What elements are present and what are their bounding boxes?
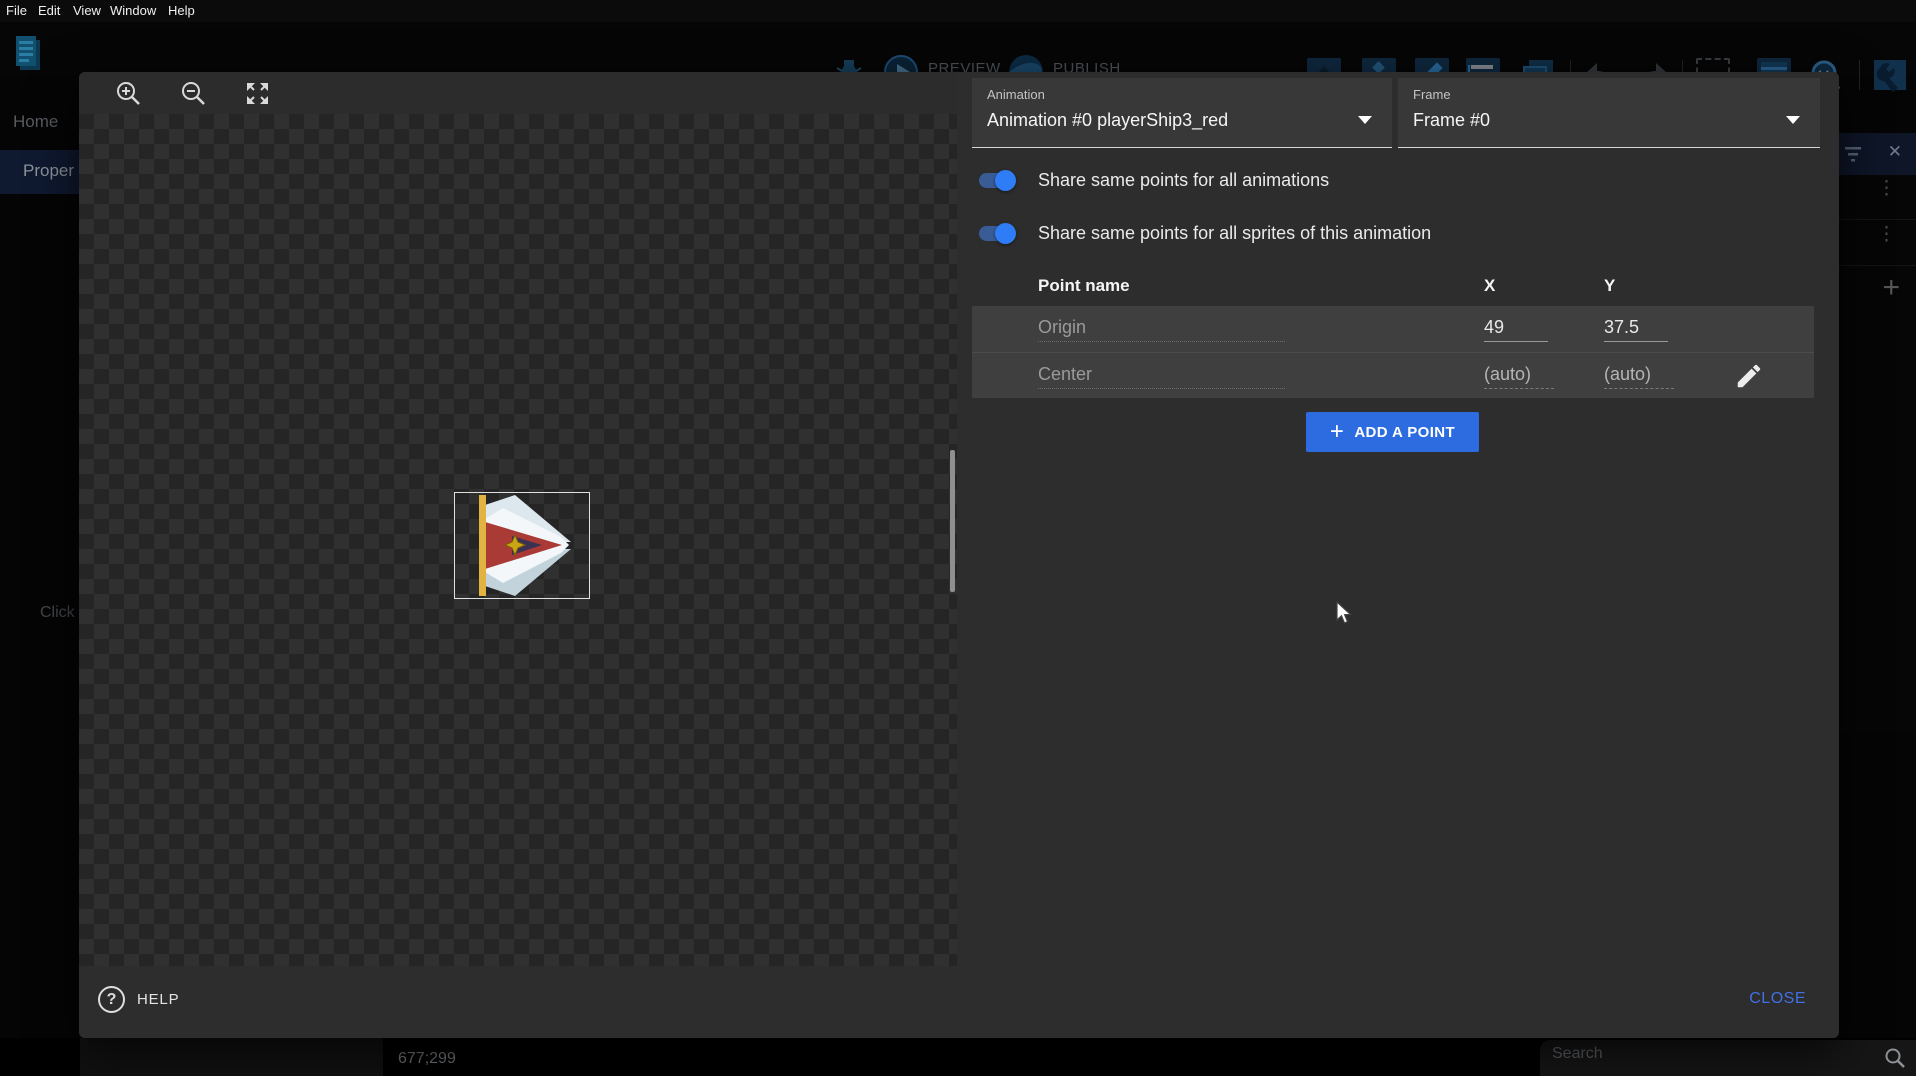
list-item: + [1839,267,1916,312]
add-point-label: ADD A POINT [1354,424,1455,441]
chevron-down-icon [1786,116,1800,124]
list-item: ⋮ [1839,221,1916,266]
toggle-switch-on[interactable] [976,170,1016,191]
background-right-panel: ✕ ⋮ ⋮ + [1839,133,1916,733]
toggle-label: Share same points for all animations [1038,170,1329,191]
points-panel: Animation Animation #0 playerShip3_red F… [957,72,1839,966]
help-label: HELP [137,991,179,1008]
origin-y-field[interactable]: 37.5 [1604,317,1668,342]
close-panel-icon[interactable]: ✕ [1888,142,1902,162]
search-bar [1540,1040,1916,1076]
bottom-left-panel [80,1038,383,1076]
canvas-scrollbar-thumb[interactable] [950,450,955,592]
zoom-in-icon[interactable] [115,80,142,107]
search-input[interactable] [1552,1045,1852,1063]
toggle-label: Share same points for all sprites of thi… [1038,223,1431,244]
project-settings-wrench-icon[interactable] [1872,58,1908,92]
menu-view[interactable]: View [73,0,101,22]
point-name-field: Origin [1038,317,1285,342]
frame-select-value: Frame #0 [1413,110,1490,131]
add-point-button[interactable]: + ADD A POINT [1306,412,1479,452]
column-header-x: X [1484,276,1495,296]
help-button[interactable]: ? HELP [98,986,179,1013]
zoom-out-icon[interactable] [180,80,207,107]
toggle-thumb [995,170,1016,191]
filter-icon[interactable] [1845,146,1865,162]
menu-file[interactable]: File [6,0,27,22]
chevron-down-icon [1358,116,1372,124]
center-x-field: (auto) [1484,364,1554,389]
tab-properties-label: Proper [23,161,74,181]
table-row-origin: Origin 49 37.5 [972,306,1814,352]
point-name-field: Center [1038,364,1285,389]
sprite-bounding-box [454,492,590,599]
menu-bar: File Edit View Window Help [0,0,1916,22]
menu-help[interactable]: Help [168,0,195,22]
origin-x-field[interactable]: 49 [1484,317,1548,342]
animation-select[interactable]: Animation Animation #0 playerShip3_red [972,78,1392,148]
frame-select[interactable]: Frame Frame #0 [1398,78,1820,148]
menu-edit[interactable]: Edit [38,0,60,22]
column-header-y: Y [1604,276,1615,296]
kebab-menu-icon[interactable]: ⋮ [1877,230,1896,239]
column-header-point-name: Point name [1038,276,1130,296]
help-icon: ? [98,986,125,1013]
animation-select-label: Animation [987,87,1045,102]
animation-select-value: Animation #0 playerShip3_red [987,110,1228,131]
dialog-footer: ? HELP CLOSE [79,966,1839,1038]
sprite-canvas-pane [79,72,957,966]
plus-icon: + [1330,422,1344,442]
edit-points-dialog: Animation Animation #0 playerShip3_red F… [79,72,1839,1038]
add-icon[interactable]: + [1882,271,1900,305]
edit-pencil-icon[interactable] [1734,361,1764,391]
table-row-center: Center (auto) (auto) [972,352,1814,398]
cursor-coordinates: 677;299 [398,1050,456,1068]
project-manager-icon[interactable] [14,34,44,76]
toggle-switch-on[interactable] [976,223,1016,244]
toggle-share-all-animations[interactable]: Share same points for all animations [976,167,1329,193]
search-icon [1884,1047,1906,1069]
fit-to-screen-icon[interactable] [244,80,271,107]
menu-window[interactable]: Window [110,0,156,22]
canvas-toolbar [79,72,957,114]
panel-header: ✕ [1839,133,1916,175]
frame-select-label: Frame [1413,87,1451,102]
toggle-thumb [995,223,1016,244]
toggle-share-all-sprites[interactable]: Share same points for all sprites of thi… [976,220,1431,246]
kebab-menu-icon[interactable]: ⋮ [1877,184,1896,193]
center-y-field: (auto) [1604,364,1674,389]
close-button[interactable]: CLOSE [1749,990,1806,1008]
list-item: ⋮ [1839,175,1916,220]
player-ship-sprite [455,493,589,598]
tab-home[interactable]: Home [13,112,58,132]
toolbar-separator [1859,60,1860,90]
app-window: File Edit View Window Help PREVIEW PUBLI… [0,0,1916,1076]
mouse-cursor [1333,600,1355,626]
background-clipped-text: Click [40,604,75,622]
